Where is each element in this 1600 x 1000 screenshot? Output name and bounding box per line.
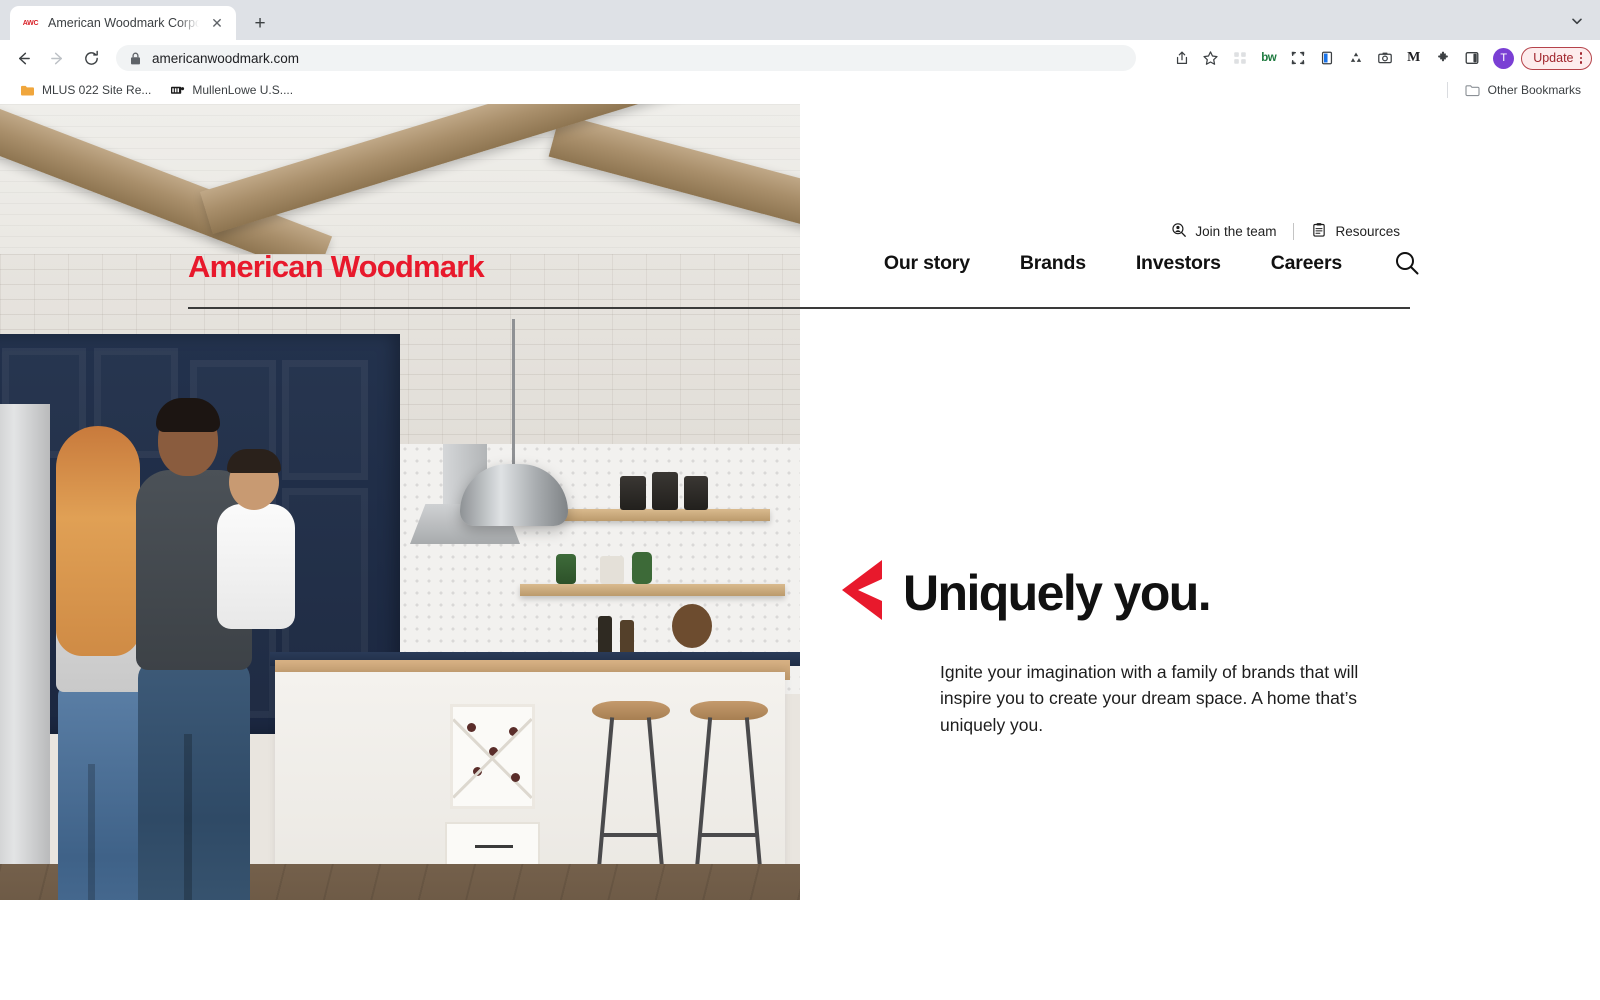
clipboard-icon — [1311, 222, 1327, 241]
gmail-m-icon[interactable]: M — [1400, 45, 1427, 72]
mullenlowe-icon — [169, 82, 185, 98]
search-icon[interactable] — [1394, 250, 1420, 276]
other-bookmarks-group: Other Bookmarks — [1446, 79, 1590, 101]
header-divider — [188, 307, 1410, 309]
browser-toolbar: americanwoodmark.com bw M T Update — [0, 40, 1600, 76]
hero-body-text: Ignite your imagination with a family of… — [940, 662, 1359, 735]
forward-arrow-icon[interactable] — [42, 43, 72, 73]
close-icon[interactable]: ✕ — [208, 14, 226, 32]
gmail-label: M — [1407, 50, 1421, 65]
main-navigation: Our story Brands Investors Careers — [884, 250, 1420, 276]
utility-link-resources[interactable]: Resources — [1311, 222, 1400, 241]
side-panel-icon[interactable] — [1458, 45, 1485, 72]
share-icon[interactable] — [1168, 45, 1195, 72]
favicon-text: AWC — [22, 19, 39, 27]
divider — [1293, 223, 1295, 240]
hero-kitchen-photo — [0, 104, 800, 900]
utility-link-label: Join the team — [1195, 224, 1277, 239]
tab-strip: AWC American Woodmark Corporati ✕ + — [0, 0, 1600, 40]
utility-nav: Join the team Resources — [1171, 222, 1400, 241]
reading-mode-icon[interactable] — [1313, 45, 1340, 72]
bookmark-star-icon[interactable] — [1197, 45, 1224, 72]
utility-link-join-the-team[interactable]: Join the team — [1171, 222, 1276, 241]
nav-item-brands[interactable]: Brands — [1020, 252, 1086, 275]
site-logo[interactable]: American Woodmark — [188, 249, 485, 285]
other-bookmarks-label: Other Bookmarks — [1487, 83, 1581, 97]
bookmark-item[interactable]: MullenLowe U.S.... — [160, 79, 302, 101]
utility-link-label: Resources — [1335, 224, 1400, 239]
hero-copy: Uniquely you. Ignite your imagination wi… — [842, 559, 1410, 738]
extension-grid-icon[interactable] — [1226, 45, 1253, 72]
nav-item-our-story[interactable]: Our story — [884, 252, 970, 275]
nav-item-investors[interactable]: Investors — [1136, 252, 1221, 275]
address-bar[interactable]: americanwoodmark.com — [116, 45, 1136, 71]
folder-icon — [1465, 82, 1481, 98]
person-search-icon — [1171, 222, 1187, 241]
brandwatch-label: bw — [1261, 52, 1277, 64]
screenshot-frame-icon[interactable] — [1284, 45, 1311, 72]
brandwatch-icon[interactable]: bw — [1255, 45, 1282, 72]
hero-headline: Uniquely you. — [903, 564, 1212, 621]
avatar[interactable]: T — [1493, 47, 1515, 69]
page-content: American Woodmark Join the team Resource… — [0, 104, 1600, 1000]
chevron-down-icon[interactable] — [1564, 8, 1590, 34]
bookmark-item[interactable]: MLUS 022 Site Re... — [10, 79, 160, 101]
recycle-icon[interactable] — [1342, 45, 1369, 72]
reload-icon[interactable] — [76, 43, 106, 73]
tab-title: American Woodmark Corporati — [48, 16, 199, 30]
camera-icon[interactable] — [1371, 45, 1398, 72]
nav-item-careers[interactable]: Careers — [1271, 252, 1342, 275]
url-text: americanwoodmark.com — [152, 50, 300, 66]
update-button[interactable]: Update — [1521, 46, 1592, 70]
browser-window: AWC American Woodmark Corporati ✕ + — [0, 0, 1600, 1000]
lock-icon — [130, 52, 141, 65]
extensions-puzzle-icon[interactable] — [1429, 45, 1456, 72]
new-tab-button[interactable]: + — [246, 9, 274, 37]
folder-orange-icon — [19, 82, 35, 98]
toolbar-icon-group: bw M T Update — [1168, 45, 1592, 72]
back-arrow-icon[interactable] — [8, 43, 38, 73]
chevron-left-red-icon — [838, 559, 886, 626]
bookmarks-bar: MLUS 022 Site Re... MullenLowe U.S.... O… — [0, 76, 1600, 104]
kebab-menu-icon[interactable] — [1579, 52, 1582, 64]
bookmark-label: MLUS 022 Site Re... — [42, 83, 152, 97]
person-baby — [215, 449, 305, 644]
divider — [1446, 82, 1448, 98]
browser-tab[interactable]: AWC American Woodmark Corporati ✕ — [10, 6, 236, 40]
update-label: Update — [1533, 51, 1574, 65]
awc-favicon: AWC — [22, 15, 39, 32]
bookmark-label: MullenLowe U.S.... — [192, 83, 294, 97]
other-bookmarks-button[interactable]: Other Bookmarks — [1456, 79, 1590, 101]
